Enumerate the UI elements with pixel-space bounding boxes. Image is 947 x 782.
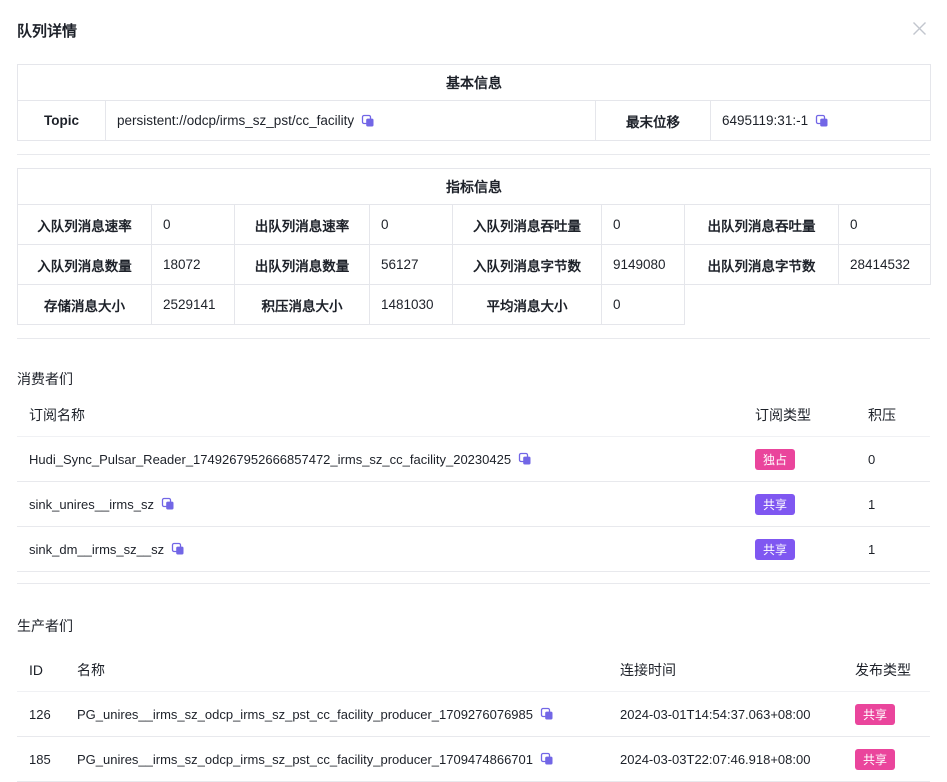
consumers-section-title: 消费者们 xyxy=(17,369,930,389)
publish-type-badge: 共享 xyxy=(855,704,895,725)
copy-icon xyxy=(361,114,375,128)
metrics-row: 入队列消息数量 18072 出队列消息数量 56127 入队列消息字节数 914… xyxy=(18,245,931,285)
column-header-subscription-name: 订阅名称 xyxy=(17,405,755,425)
consumer-row: Hudi_Sync_Pulsar_Reader_1749267952666857… xyxy=(17,437,930,482)
metric-label: 出队列消息吞吐量 xyxy=(685,205,839,245)
producer-id: 126 xyxy=(17,707,77,722)
consumer-row: sink_dm__irms_sz__sz 共享 1 xyxy=(17,527,930,572)
copy-subscription-button[interactable] xyxy=(171,542,185,556)
producer-row: 126 PG_unires__irms_sz_odcp_irms_sz_pst_… xyxy=(17,692,930,737)
metric-value: 56127 xyxy=(370,245,453,285)
column-header-id: ID xyxy=(17,662,77,678)
offset-label: 最末位移 xyxy=(596,101,711,141)
copy-icon xyxy=(171,542,185,556)
metrics-empty-cell xyxy=(685,285,931,325)
subscription-name: sink_dm__irms_sz__sz xyxy=(29,542,164,557)
publish-type-badge: 共享 xyxy=(855,749,895,770)
metric-label: 出队列消息数量 xyxy=(235,245,370,285)
section-divider xyxy=(17,583,930,584)
metric-label: 平均消息大小 xyxy=(453,285,602,325)
copy-icon xyxy=(518,452,532,466)
metrics-header: 指标信息 xyxy=(18,169,931,205)
copy-icon xyxy=(540,752,554,766)
column-header-subscription-type: 订阅类型 xyxy=(755,405,868,425)
metric-value: 0 xyxy=(602,285,685,325)
column-header-publish-type: 发布类型 xyxy=(855,660,930,680)
basic-info-table: 基本信息 Topic persistent://odcp/irms_sz_pst… xyxy=(17,64,931,141)
metric-value: 2529141 xyxy=(152,285,235,325)
producer-row: 185 PG_unires__irms_sz_odcp_irms_sz_pst_… xyxy=(17,737,930,782)
metrics-table: 指标信息 入队列消息速率 0 出队列消息速率 0 入队列消息吞吐量 0 出队列消… xyxy=(17,168,931,325)
metric-label: 存储消息大小 xyxy=(18,285,152,325)
topic-label: Topic xyxy=(18,101,106,141)
consumers-table-header: 订阅名称 订阅类型 积压 xyxy=(17,405,930,437)
column-header-backlog: 积压 xyxy=(868,405,930,425)
producers-section-title: 生产者们 xyxy=(17,616,930,636)
column-header-name: 名称 xyxy=(77,660,620,680)
metrics-row: 存储消息大小 2529141 积压消息大小 1481030 平均消息大小 0 xyxy=(18,285,931,325)
dialog-header: 队列详情 xyxy=(17,0,930,41)
copy-offset-button[interactable] xyxy=(815,114,829,128)
basic-info-header: 基本信息 xyxy=(18,65,931,101)
metric-value: 9149080 xyxy=(602,245,685,285)
copy-topic-button[interactable] xyxy=(361,114,375,128)
metric-label: 积压消息大小 xyxy=(235,285,370,325)
subscription-type-badge: 共享 xyxy=(755,494,795,515)
subscription-name: Hudi_Sync_Pulsar_Reader_1749267952666857… xyxy=(29,452,511,467)
metric-value: 0 xyxy=(152,205,235,245)
consumer-row: sink_unires__irms_sz 共享 1 xyxy=(17,482,930,527)
subscription-type-badge: 共享 xyxy=(755,539,795,560)
metric-label: 出队列消息速率 xyxy=(235,205,370,245)
backlog-value: 1 xyxy=(868,542,930,557)
metric-value: 0 xyxy=(602,205,685,245)
producer-connect-time: 2024-03-01T14:54:37.063+08:00 xyxy=(620,707,855,722)
metric-label: 入队列消息速率 xyxy=(18,205,152,245)
section-divider xyxy=(17,154,930,155)
page-title: 队列详情 xyxy=(17,20,77,41)
queue-detail-dialog: 队列详情 基本信息 Topic persistent://odcp/irms_s… xyxy=(0,0,947,782)
producer-connect-time: 2024-03-03T22:07:46.918+08:00 xyxy=(620,752,855,767)
metric-label: 入队列消息吞吐量 xyxy=(453,205,602,245)
producer-name: PG_unires__irms_sz_odcp_irms_sz_pst_cc_f… xyxy=(77,707,533,722)
section-divider xyxy=(17,338,930,339)
copy-producer-button[interactable] xyxy=(540,752,554,766)
copy-producer-button[interactable] xyxy=(540,707,554,721)
metric-label: 出队列消息字节数 xyxy=(685,245,839,285)
metrics-row: 入队列消息速率 0 出队列消息速率 0 入队列消息吞吐量 0 出队列消息吞吐量 … xyxy=(18,205,931,245)
close-icon xyxy=(911,20,928,37)
topic-value: persistent://odcp/irms_sz_pst/cc_facilit… xyxy=(117,113,354,128)
metric-value: 18072 xyxy=(152,245,235,285)
copy-icon xyxy=(161,497,175,511)
close-button[interactable] xyxy=(909,18,930,39)
metric-label: 入队列消息数量 xyxy=(18,245,152,285)
metric-label: 入队列消息字节数 xyxy=(453,245,602,285)
metric-value: 28414532 xyxy=(839,245,931,285)
producer-name: PG_unires__irms_sz_odcp_irms_sz_pst_cc_f… xyxy=(77,752,533,767)
subscription-name: sink_unires__irms_sz xyxy=(29,497,154,512)
metric-value: 0 xyxy=(839,205,931,245)
copy-icon xyxy=(540,707,554,721)
copy-subscription-button[interactable] xyxy=(518,452,532,466)
backlog-value: 0 xyxy=(868,452,930,467)
subscription-type-badge: 独占 xyxy=(755,449,795,470)
producer-id: 185 xyxy=(17,752,77,767)
backlog-value: 1 xyxy=(868,497,930,512)
copy-icon xyxy=(815,114,829,128)
copy-subscription-button[interactable] xyxy=(161,497,175,511)
offset-value: 6495119:31:-1 xyxy=(722,113,808,128)
metric-value: 1481030 xyxy=(370,285,453,325)
metric-value: 0 xyxy=(370,205,453,245)
column-header-connect-time: 连接时间 xyxy=(620,660,855,680)
producers-table-header: ID 名称 连接时间 发布类型 xyxy=(17,660,930,692)
